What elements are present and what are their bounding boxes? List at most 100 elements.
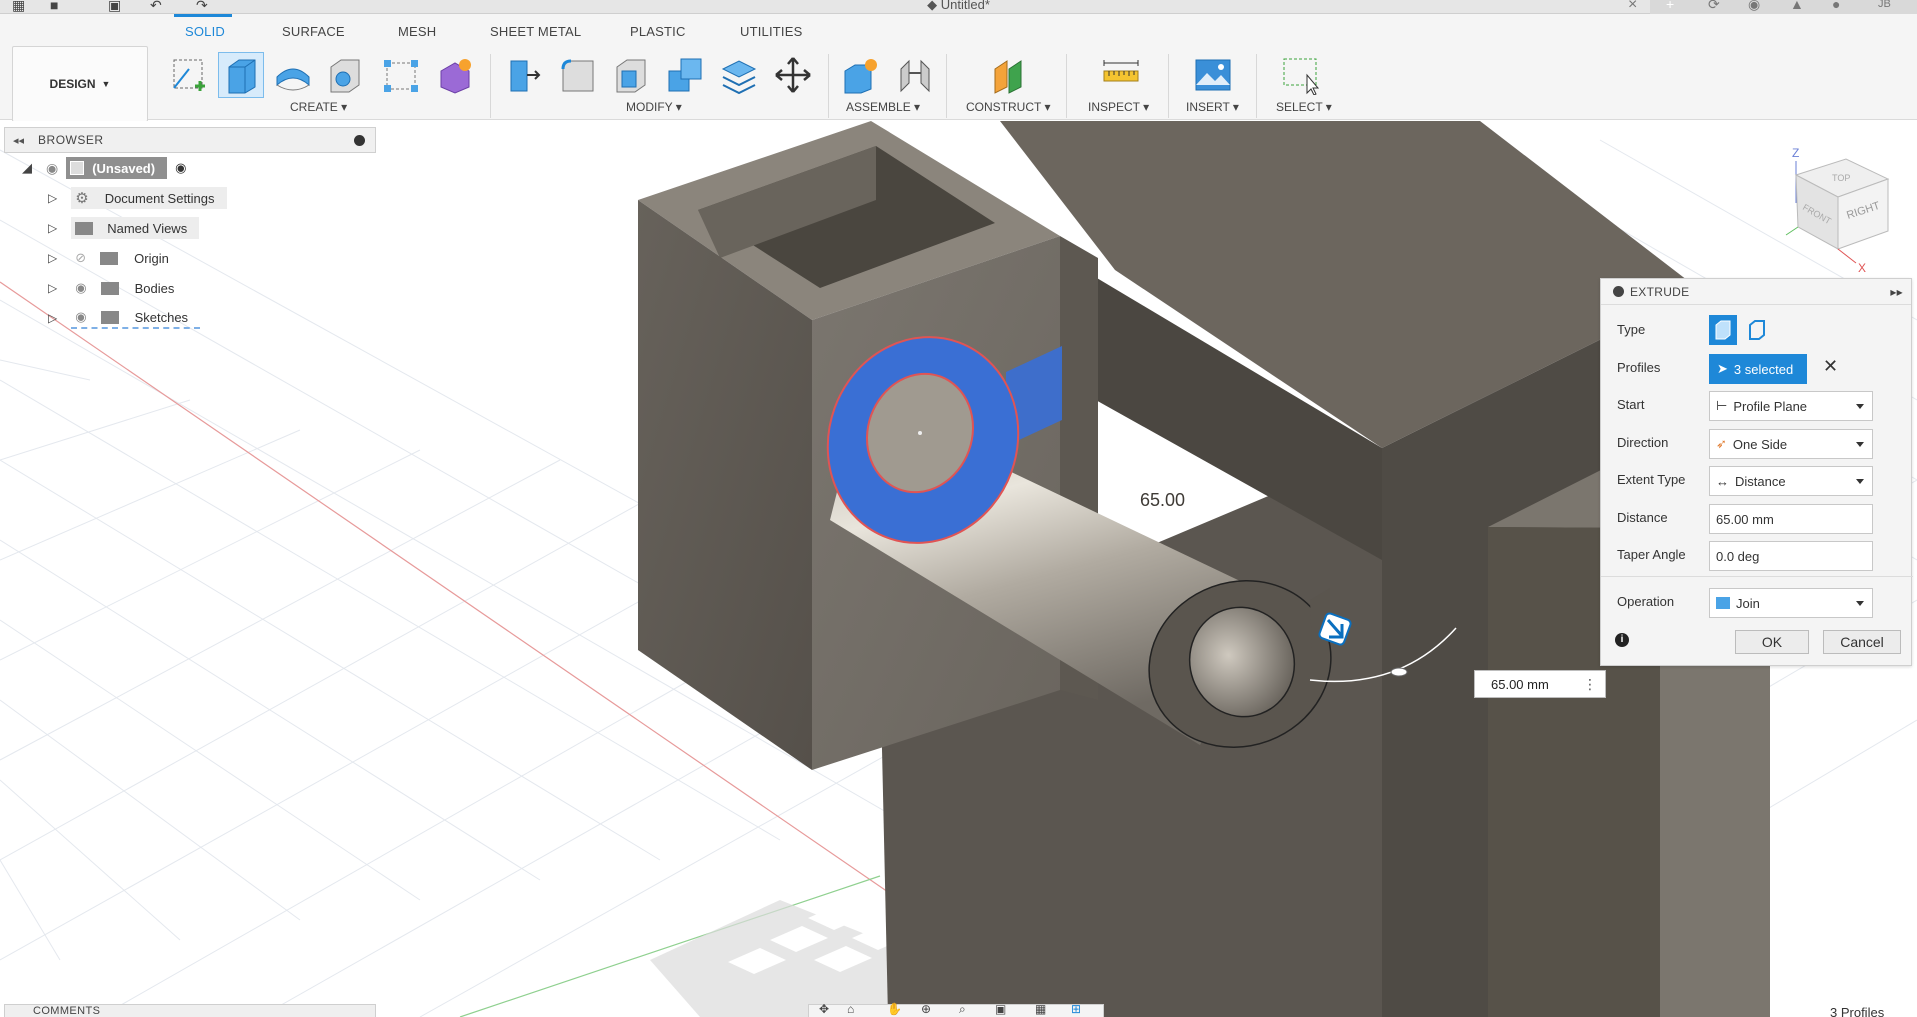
extrude-icon (228, 59, 256, 94)
extrude-tool[interactable] (218, 52, 264, 98)
revolve-tool[interactable] (270, 52, 316, 98)
dialog-options-icon[interactable] (1613, 286, 1624, 297)
pattern-tool[interactable] (378, 52, 424, 98)
pan-icon[interactable]: ✋ (887, 1002, 902, 1016)
tab-plastic[interactable]: PLASTIC (630, 24, 686, 39)
tree-item[interactable]: ▷ ◉ Bodies (4, 273, 376, 303)
info-icon[interactable]: i (1615, 633, 1629, 647)
group-divider (946, 54, 947, 118)
taper-value: 0.0 deg (1716, 548, 1760, 564)
modify-menu[interactable]: MODIFY ▾ (626, 100, 682, 114)
tree-item[interactable]: ▷ ⊘ Origin (4, 243, 376, 273)
fit-icon[interactable]: ⌕ (959, 1002, 966, 1017)
construct-menu[interactable]: CONSTRUCT ▾ (966, 100, 1050, 114)
close-tab-icon[interactable]: × (1628, 0, 1637, 14)
visibility-eye-icon[interactable]: ◉ (75, 280, 86, 296)
visibility-eye-icon[interactable]: ◉ (46, 160, 58, 177)
inspect-menu[interactable]: INSPECT ▾ (1088, 100, 1149, 114)
visibility-eye-icon[interactable]: ◉ (75, 309, 86, 325)
extent-dropdown[interactable]: ↔ Distance (1709, 466, 1873, 496)
start-dropdown[interactable]: ⊢ Profile Plane (1709, 391, 1873, 421)
panel-options-icon[interactable] (354, 134, 365, 146)
type-thin-button[interactable] (1743, 315, 1771, 345)
expand-arrow-icon[interactable]: ▷ (48, 191, 57, 205)
browser-header[interactable]: ◂◂ BROWSER (4, 127, 376, 153)
form-tool[interactable] (432, 52, 478, 98)
arc-handle[interactable] (1390, 667, 1408, 677)
new-tab-icon[interactable]: + (1666, 0, 1674, 12)
ok-button[interactable]: OK (1735, 630, 1809, 654)
direction-label: Direction (1617, 435, 1669, 450)
new-component-icon (844, 59, 877, 94)
fillet-tool[interactable] (554, 52, 600, 98)
tab-mesh[interactable]: MESH (398, 24, 436, 39)
expand-arrow-icon[interactable]: ▷ (48, 281, 57, 295)
tab-solid[interactable]: SOLID (185, 24, 225, 39)
collapse-root-icon[interactable]: ◢ (22, 160, 32, 176)
orbit-icon[interactable]: ✥ (819, 1002, 829, 1016)
activate-radio-icon[interactable]: ◉ (175, 160, 186, 176)
sketches-item[interactable]: ◉ Sketches (71, 307, 201, 329)
cancel-button[interactable]: Cancel (1823, 630, 1901, 654)
distance-dimension-input[interactable] (1491, 673, 1583, 695)
offset-plane-tool[interactable] (986, 52, 1032, 98)
document-settings-item[interactable]: ⚙ Document Settings (71, 187, 227, 209)
expand-dialog-icon[interactable]: ▸▸ (1890, 285, 1903, 299)
help-icon[interactable]: ● (1832, 0, 1840, 12)
notification-icon[interactable]: ▲ (1790, 0, 1804, 12)
assemble-menu[interactable]: ASSEMBLE ▾ (846, 100, 920, 114)
type-solid-button[interactable] (1709, 315, 1737, 345)
joint-tool[interactable] (892, 52, 938, 98)
sync-icon[interactable]: ⟳ (1708, 0, 1720, 13)
comments-bar[interactable]: COMMENTS (4, 1004, 376, 1017)
combine-tool[interactable] (662, 52, 708, 98)
tab-utilities[interactable]: UTILITIES (740, 24, 802, 39)
root-component[interactable]: (Unsaved) (66, 157, 168, 179)
bodies-item[interactable]: ◉ Bodies (71, 277, 186, 299)
new-component-tool[interactable] (838, 52, 884, 98)
clear-selection-icon[interactable]: ✕ (1823, 356, 1838, 377)
named-views-item[interactable]: Named Views (71, 217, 200, 239)
create-menu[interactable]: CREATE ▾ (290, 100, 347, 114)
extrude-header[interactable]: EXTRUDE ▸▸ (1601, 279, 1911, 305)
distance-input[interactable]: 65.00 mm (1709, 504, 1873, 534)
hole-tool[interactable] (322, 52, 368, 98)
display-settings-icon[interactable]: ▣ (995, 1002, 1006, 1016)
expand-arrow-icon[interactable]: ▷ (48, 311, 57, 325)
user-avatar[interactable]: JB (1878, 0, 1891, 10)
tree-item[interactable]: ▷ ◉ Sketches (4, 303, 376, 333)
direction-dropdown[interactable]: ➶ One Side (1709, 429, 1873, 459)
workspace-switcher-button[interactable]: DESIGN ▼ (12, 46, 148, 122)
operation-dropdown[interactable]: Join (1709, 588, 1873, 618)
profiles-selection[interactable]: ➤ 3 selected (1709, 354, 1807, 384)
grid-settings-icon[interactable]: ▦ (1035, 1002, 1046, 1016)
press-pull-tool[interactable] (500, 52, 546, 98)
extensions-icon[interactable]: ◉ (1748, 0, 1760, 13)
offset-face-tool[interactable] (716, 52, 762, 98)
create-sketch-tool[interactable] (166, 52, 212, 98)
insert-menu[interactable]: INSERT ▾ (1186, 100, 1239, 114)
tree-item[interactable]: ▷ ⚙ Document Settings (4, 183, 376, 213)
tree-root[interactable]: ◢ ◉ (Unsaved) ◉ (4, 153, 376, 183)
measure-tool[interactable] (1098, 52, 1144, 98)
viewports-icon[interactable]: ⊞ (1071, 1002, 1081, 1016)
zoom-icon[interactable]: ⊕ (921, 1002, 931, 1016)
insert-canvas-tool[interactable] (1190, 52, 1236, 98)
look-at-icon[interactable]: ⌂ (847, 1002, 854, 1016)
tab-sheet-metal[interactable]: SHEET METAL (490, 24, 581, 39)
move-tool[interactable] (770, 52, 816, 98)
shell-tool[interactable] (608, 52, 654, 98)
expand-arrow-icon[interactable]: ▷ (48, 251, 57, 265)
expand-arrow-icon[interactable]: ▷ (48, 221, 57, 235)
view-cube[interactable]: Z RIGHT FRONT TOP X (1776, 139, 1908, 275)
tab-surface[interactable]: SURFACE (282, 24, 345, 39)
hidden-eye-icon[interactable]: ⊘ (75, 250, 86, 266)
collapse-icon[interactable]: ◂◂ (13, 134, 24, 147)
cube-top-label: TOP (1832, 173, 1850, 183)
select-menu[interactable]: SELECT ▾ (1276, 100, 1332, 114)
origin-item[interactable]: ⊘ Origin (71, 247, 181, 269)
tree-item[interactable]: ▷ Named Views (4, 213, 376, 243)
more-options-icon[interactable]: ⋮ (1583, 676, 1597, 693)
taper-angle-input[interactable]: 0.0 deg (1709, 541, 1873, 571)
window-select-tool[interactable] (1278, 52, 1324, 98)
